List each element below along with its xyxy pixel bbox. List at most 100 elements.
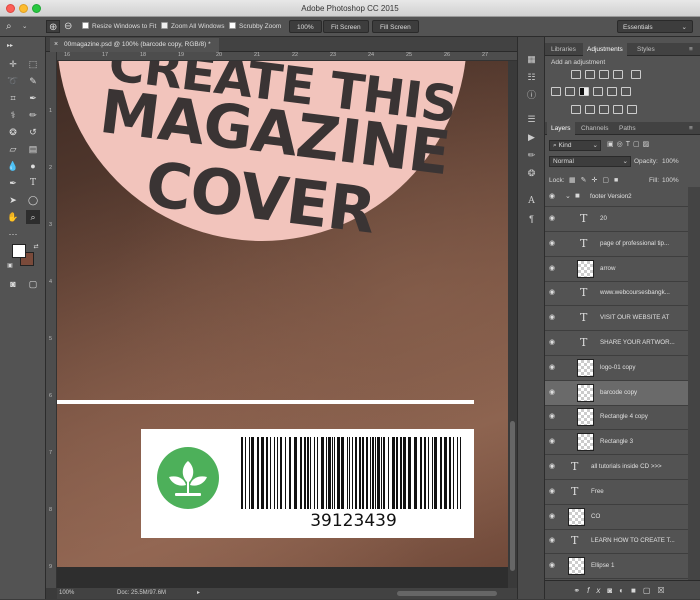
scroll-thumb[interactable] <box>510 421 515 571</box>
zoom-100-button[interactable]: 100% <box>289 20 322 33</box>
scrubby-zoom-checkbox[interactable]: Scrubby Zoom <box>229 20 281 33</box>
visibility-eye-icon[interactable]: ◉ <box>549 240 558 247</box>
layer-row[interactable]: ◉ T SHARE YOUR ARTWOR... <box>545 331 688 356</box>
crop-tool-icon[interactable]: ⌗ <box>6 91 20 105</box>
zoom-tool-active-icon[interactable]: ⌕ <box>26 210 40 224</box>
layer-row[interactable]: ◉ arrow <box>545 257 688 282</box>
fill-value[interactable]: 100% <box>662 177 679 184</box>
more-tools-icon[interactable]: ⋯ <box>6 227 20 241</box>
visibility-eye-icon[interactable]: ◉ <box>549 339 558 346</box>
visibility-eye-icon[interactable]: ◉ <box>549 364 558 371</box>
zoom-tool-icon[interactable]: ⌕ <box>6 20 12 33</box>
paragraph-panel-icon[interactable]: ¶ <box>525 213 538 226</box>
brush-presets-icon[interactable]: ☰ <box>525 113 538 126</box>
properties-panel-icon[interactable]: ☷ <box>525 71 538 84</box>
lasso-tool-icon[interactable]: ➰ <box>6 74 20 88</box>
gradient-map-icon[interactable] <box>613 105 623 114</box>
new-adjustment-icon[interactable]: ◐ <box>619 586 631 595</box>
hand-tool-icon[interactable]: ✋ <box>6 210 20 224</box>
visibility-eye-icon[interactable]: ◉ <box>549 513 558 520</box>
default-colors-icon[interactable]: ▣ <box>3 259 17 273</box>
resize-windows-checkbox[interactable]: Resize Windows to Fit <box>82 20 156 33</box>
actions-panel-icon[interactable]: ▶ <box>525 131 538 144</box>
clone-stamp-tool-icon[interactable]: ❂ <box>6 125 20 139</box>
eraser-tool-icon[interactable]: ▱ <box>6 142 20 156</box>
curves-icon[interactable] <box>599 70 609 79</box>
visibility-eye-icon[interactable]: ◉ <box>549 537 558 544</box>
screen-mode-icon[interactable]: ▢ <box>26 277 40 291</box>
color-balance-icon[interactable] <box>565 87 575 96</box>
layers-panel-menu-icon[interactable]: ≡ <box>685 122 697 135</box>
visibility-eye-icon[interactable]: ◉ <box>549 314 558 321</box>
visibility-eye-icon[interactable]: ◉ <box>549 463 558 470</box>
path-selection-tool-icon[interactable]: ➤ <box>6 193 20 207</box>
collapse-toolbar-icon[interactable]: ▸▸ <box>3 39 17 53</box>
visibility-eye-icon[interactable]: ◉ <box>549 488 558 495</box>
visibility-eye-icon[interactable]: ◉ <box>549 265 558 272</box>
threshold-icon[interactable] <box>599 105 609 114</box>
pen-tool-icon[interactable]: ✒ <box>6 176 20 190</box>
fit-screen-button[interactable]: Fit Screen <box>323 20 369 33</box>
move-tool-icon[interactable]: ✛ <box>6 57 20 71</box>
layer-row[interactable]: ◉ logo-01 copy <box>545 356 688 381</box>
group-expand-chevron-icon[interactable]: ⌄ <box>565 192 571 200</box>
layer-filter-icons[interactable]: ▣◎T▢▨ <box>607 140 652 148</box>
quick-selection-tool-icon[interactable]: ✎ <box>26 74 40 88</box>
minimize-window-button[interactable] <box>19 4 28 13</box>
layer-row[interactable]: ◉ T Free <box>545 480 688 505</box>
color-lookup-icon[interactable] <box>621 87 631 96</box>
blend-mode-select[interactable]: Normal ⌄ <box>549 156 631 167</box>
layer-row[interactable]: ◉ T 20 <box>545 207 688 232</box>
zoom-all-windows-checkbox[interactable]: Zoom All Windows <box>161 20 224 33</box>
workspace-select[interactable]: Essentials ⌄ <box>617 20 693 33</box>
info-panel-icon[interactable]: ⓘ <box>525 89 538 102</box>
layer-row[interactable]: ◉ Ellipse 1 <box>545 554 688 580</box>
blur-tool-icon[interactable]: 💧 <box>6 159 20 173</box>
healing-brush-tool-icon[interactable]: ⚕ <box>6 108 20 122</box>
posterize-icon[interactable] <box>585 105 595 114</box>
layer-filter-select[interactable]: ⌕ Kind ⌄ <box>549 140 601 151</box>
layer-row[interactable]: ◉ T VISIT OUR WEBSITE AT <box>545 306 688 332</box>
type-tool-icon[interactable]: T <box>26 176 40 190</box>
status-arrow-icon[interactable]: ▸ <box>197 588 200 599</box>
visibility-eye-icon[interactable]: ◉ <box>549 289 558 296</box>
layer-row[interactable]: ◉ Rectangle 4 copy <box>545 405 688 431</box>
layers-scrollbar[interactable] <box>688 187 700 580</box>
visibility-eye-icon[interactable]: ◉ <box>549 562 558 569</box>
eyedropper-tool-icon[interactable]: ✒ <box>26 91 40 105</box>
document-tab[interactable]: × 00magazine.psd @ 100% (barcode copy, R… <box>50 38 219 52</box>
tab-styles[interactable]: Styles <box>633 43 659 56</box>
delete-layer-icon[interactable]: ☒ <box>657 586 671 595</box>
tab-paths[interactable]: Paths <box>615 122 640 135</box>
tab-libraries[interactable]: Libraries <box>547 43 580 56</box>
fill-screen-button[interactable]: Fill Screen <box>372 20 419 33</box>
fx-icon[interactable]: fx <box>587 586 607 595</box>
gradient-tool-icon[interactable]: ▤ <box>26 142 40 156</box>
layer-row[interactable]: ◉ barcode copy <box>545 380 688 406</box>
vibrance-icon[interactable] <box>631 70 641 79</box>
visibility-eye-icon[interactable]: ◉ <box>549 215 558 222</box>
history-panel-icon[interactable]: ▦ <box>525 53 538 66</box>
shape-tool-icon[interactable]: ◯ <box>26 193 40 207</box>
visibility-eye-icon[interactable]: ◉ <box>549 193 558 200</box>
layer-group[interactable]: ◉ ⌄ ■ footer Version2 <box>545 187 688 207</box>
visibility-eye-icon[interactable]: ◉ <box>549 438 558 445</box>
layer-row[interactable]: ◉ T LEARN HOW TO CREATE T... <box>545 529 688 555</box>
hue-saturation-icon[interactable] <box>551 87 561 96</box>
quick-mask-icon[interactable]: ◙ <box>6 277 20 291</box>
canvas-vertical-scrollbar[interactable] <box>508 61 517 588</box>
clone-source-icon[interactable]: ❂ <box>525 167 538 180</box>
zoom-out-icon[interactable]: ⊖ <box>64 20 72 33</box>
close-window-button[interactable] <box>6 4 15 13</box>
brush-tool-icon[interactable]: ✏ <box>26 108 40 122</box>
new-layer-icon[interactable]: ▢ <box>643 586 658 595</box>
status-zoom[interactable]: 100% <box>59 588 74 599</box>
tab-layers[interactable]: Layers <box>547 122 575 135</box>
channel-mixer-icon[interactable] <box>607 87 617 96</box>
photo-filter-icon[interactable] <box>593 87 603 96</box>
add-mask-icon[interactable]: ◙ <box>607 586 619 595</box>
swap-colors-icon[interactable]: ⇄ <box>29 240 43 254</box>
foreground-color-swatch[interactable] <box>12 244 26 258</box>
tab-adjustments[interactable]: Adjustments <box>583 43 627 56</box>
visibility-eye-icon[interactable]: ◉ <box>549 389 558 396</box>
